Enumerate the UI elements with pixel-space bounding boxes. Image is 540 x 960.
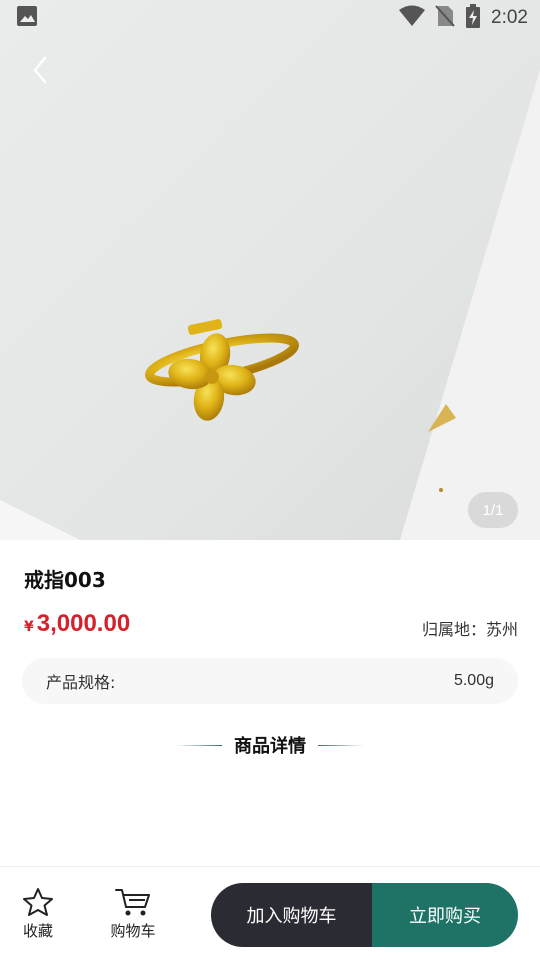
cart-icon: [115, 889, 150, 916]
spec-value: 5.00g: [453, 672, 494, 689]
wifi-icon: [399, 5, 426, 31]
buy-now-button[interactable]: 立即购买: [372, 883, 518, 947]
details-heading: 商品详情: [0, 732, 540, 758]
add-to-cart-button[interactable]: 加入购物车: [211, 883, 372, 947]
product-spec-row: 产品规格: 5.00g: [22, 658, 518, 704]
purchase-buttons: 加入购物车 立即购买: [211, 883, 518, 947]
image-pager-indicator: 1/1: [468, 492, 518, 528]
product-origin: 归属地：苏州: [421, 620, 518, 639]
divider-right: [318, 744, 364, 746]
status-time: 2:02: [491, 7, 528, 28]
chevron-left-icon: [33, 56, 47, 84]
no-sim-icon: [435, 5, 455, 31]
product-title: 戒指003: [24, 568, 106, 592]
spec-label: 产品规格:: [46, 673, 116, 692]
bottom-action-bar: 收藏 购物车 加入购物车 立即购买: [0, 866, 540, 960]
battery-charging-icon: [465, 4, 481, 32]
favorite-label: 收藏: [22, 922, 53, 940]
image-notification-icon: [16, 5, 38, 31]
currency-symbol: ¥: [24, 619, 34, 635]
favorite-button[interactable]: 收藏: [16, 887, 60, 941]
product-photo: [0, 0, 540, 540]
price-amount: 3,000.00: [36, 610, 131, 637]
back-button[interactable]: [22, 52, 58, 88]
details-heading-text: 商品详情: [234, 736, 306, 757]
divider-left: [176, 744, 222, 746]
star-icon: [23, 888, 53, 916]
product-price: ¥ 3,000.00: [24, 610, 130, 638]
cart-label: 购物车: [110, 922, 156, 940]
cart-button[interactable]: 购物车: [104, 887, 162, 941]
status-bar: 2:02: [0, 0, 540, 36]
product-image-gallery[interactable]: 2:02 1/1: [0, 0, 540, 540]
